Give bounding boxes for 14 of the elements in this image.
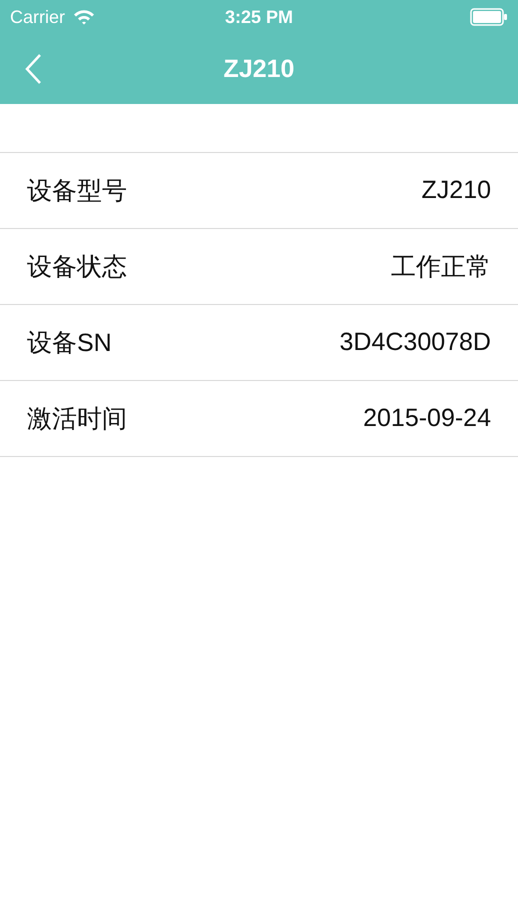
back-button[interactable] bbox=[24, 53, 44, 85]
nav-title: ZJ210 bbox=[224, 54, 294, 84]
row-label: 激活时间 bbox=[27, 404, 127, 435]
row-value: 2015-09-24 bbox=[363, 404, 491, 433]
row-value: 3D4C30078D bbox=[340, 328, 491, 357]
carrier-label: Carrier bbox=[10, 6, 66, 28]
row-label: 设备型号 bbox=[27, 176, 127, 207]
row-label: 设备SN bbox=[27, 328, 112, 359]
status-time: 3:25 PM bbox=[224, 6, 294, 28]
row-label: 设备状态 bbox=[27, 252, 127, 283]
wifi-icon bbox=[73, 9, 96, 25]
battery-icon bbox=[470, 8, 508, 26]
row-value: ZJ210 bbox=[422, 176, 491, 205]
row-value: 工作正常 bbox=[391, 252, 491, 283]
